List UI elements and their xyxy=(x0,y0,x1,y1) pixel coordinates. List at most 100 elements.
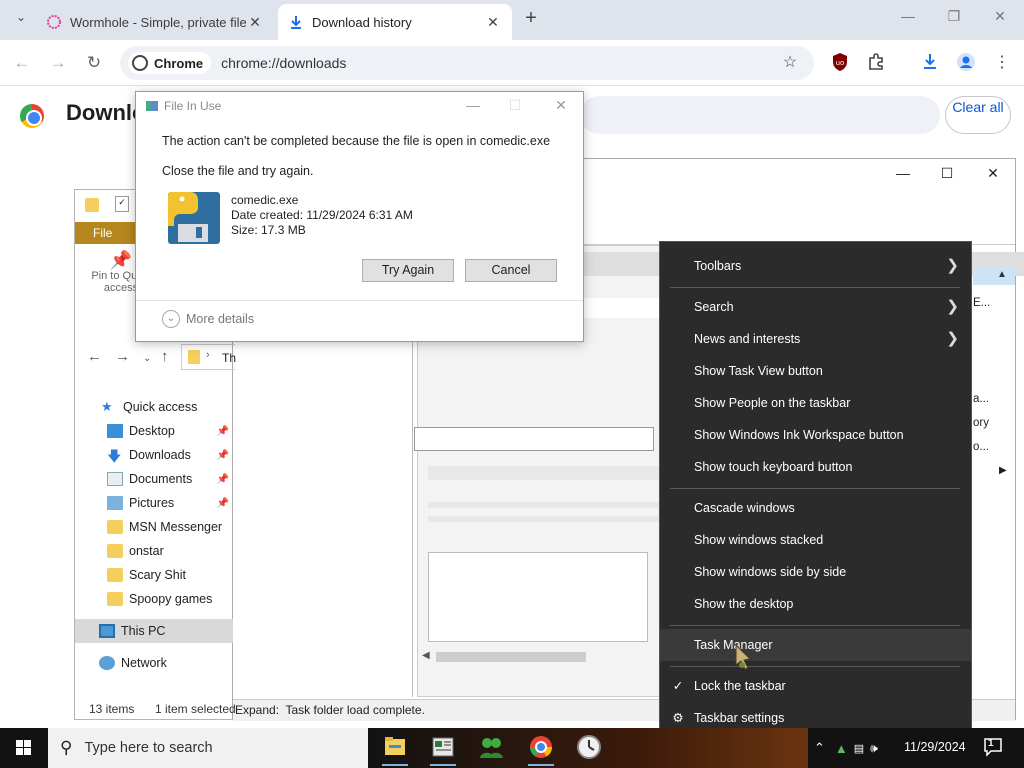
file-tab[interactable]: File xyxy=(93,226,112,240)
address-bar[interactable]: Chrome chrome://downloads xyxy=(120,46,814,80)
close-window-icon[interactable]: ✕ xyxy=(979,165,1007,185)
minimize-icon[interactable]: — xyxy=(462,97,484,113)
close-icon[interactable]: ✕ xyxy=(550,97,572,114)
folder-icon xyxy=(107,592,123,606)
menu-item-show-desktop[interactable]: Show the desktop xyxy=(660,588,971,620)
menu-item-show-touch-keyboard[interactable]: Show touch keyboard button xyxy=(660,451,971,483)
url-text[interactable]: chrome://downloads xyxy=(221,55,346,71)
profile-avatar-icon[interactable] xyxy=(954,52,978,76)
cancel-button[interactable]: Cancel xyxy=(465,259,557,282)
bookmark-star-icon[interactable]: ☆ xyxy=(778,52,802,76)
tree-item-desktop[interactable]: Desktop 📌 xyxy=(75,419,233,443)
menu-item-label: Cascade windows xyxy=(694,501,795,515)
clear-all-button[interactable]: Clear all xyxy=(945,96,1011,134)
tree-item-quick-access[interactable]: ★ Quick access xyxy=(75,395,233,419)
extensions-icon[interactable] xyxy=(864,52,888,76)
taskbar-chrome[interactable] xyxy=(518,730,564,766)
tree-item-network[interactable]: Network xyxy=(75,651,233,675)
action-item[interactable]: o... xyxy=(973,441,989,453)
tree-item-pictures[interactable]: Pictures 📌 xyxy=(75,491,233,515)
taskbar-search-box[interactable]: ⚲ Type here to search xyxy=(48,728,368,768)
volume-icon[interactable]: 🕪 xyxy=(870,741,878,756)
chevron-down-icon: ⌄ xyxy=(162,310,180,328)
forward-icon[interactable]: → xyxy=(46,52,70,76)
close-tab-icon[interactable]: ✕ xyxy=(484,14,502,31)
menu-item-task-manager[interactable]: Task Manager xyxy=(660,629,971,661)
defender-icon[interactable]: ▲ xyxy=(835,741,848,756)
tree-item-label: Downloads xyxy=(129,448,191,462)
status-text: Expand: Task folder load complete. xyxy=(235,703,425,717)
taskbar-msn-messenger[interactable] xyxy=(468,730,514,766)
downloads-icon[interactable] xyxy=(918,52,942,76)
ublock-icon[interactable]: uo xyxy=(828,52,852,76)
tab-search-button[interactable]: ⌄ xyxy=(10,10,32,32)
menu-item-label: Show People on the taskbar xyxy=(694,396,851,410)
downloads-search-field[interactable] xyxy=(580,96,940,134)
close-window-icon[interactable]: ✕ xyxy=(978,8,1022,25)
tree-item-msn-messenger[interactable]: MSN Messenger xyxy=(75,515,233,539)
chevron-right-icon: ❯ xyxy=(946,257,959,274)
properties-icon[interactable]: ✓ xyxy=(115,196,129,212)
action-item[interactable]: a... xyxy=(973,393,989,405)
menu-item-show-task-view[interactable]: Show Task View button xyxy=(660,355,971,387)
taskbar-clock-app[interactable] xyxy=(566,730,612,766)
close-tab-icon[interactable]: ✕ xyxy=(246,14,264,31)
recent-locations-icon[interactable]: ⌄ xyxy=(143,353,151,364)
action-item[interactable]: ory xyxy=(973,417,989,429)
tree-item-label: MSN Messenger xyxy=(129,520,223,534)
taskbar-file-explorer[interactable] xyxy=(372,730,418,766)
tree-item-this-pc[interactable]: This PC xyxy=(75,619,233,643)
action-item[interactable]: E... xyxy=(973,297,990,309)
try-again-button[interactable]: Try Again xyxy=(362,259,454,282)
start-button[interactable] xyxy=(0,728,48,768)
chrome-logo-icon xyxy=(20,104,44,128)
network-status-icon[interactable]: ▤ xyxy=(854,742,864,755)
submenu-arrow-icon[interactable]: ▶ xyxy=(999,465,1007,476)
menu-item-windows-stacked[interactable]: Show windows stacked xyxy=(660,524,971,556)
new-tab-button[interactable]: + xyxy=(520,7,542,30)
menu-item-search[interactable]: Search ❯ xyxy=(660,291,971,323)
menu-item-windows-side-by-side[interactable]: Show windows side by side xyxy=(660,556,971,588)
menu-item-news-and-interests[interactable]: News and interests ❯ xyxy=(660,323,971,355)
minimize-window-icon[interactable]: — xyxy=(889,165,917,185)
folder-icon xyxy=(85,198,99,212)
menu-item-lock-taskbar[interactable]: ✓ Lock the taskbar xyxy=(660,670,971,702)
menu-item-show-ink-workspace[interactable]: Show Windows Ink Workspace button xyxy=(660,419,971,451)
tree-item-spoopy-games[interactable]: Spoopy games xyxy=(75,587,233,611)
restore-window-icon[interactable]: ❐ xyxy=(932,8,976,25)
site-chip[interactable]: Chrome xyxy=(128,52,212,74)
notification-center-icon[interactable]: 1 xyxy=(982,736,1004,758)
address-bar[interactable]: › Th xyxy=(181,344,236,370)
tree-item-scary-shit[interactable]: Scary Shit xyxy=(75,563,233,587)
menu-item-toolbars[interactable]: Toolbars ❯ xyxy=(660,250,971,282)
menu-separator xyxy=(670,666,960,667)
tree-item-onstar[interactable]: onstar xyxy=(75,539,233,563)
file-date-created: Date created: 11/29/2024 6:31 AM xyxy=(231,208,413,222)
maximize-window-icon[interactable]: ☐ xyxy=(933,165,961,185)
forward-icon[interactable]: → xyxy=(115,348,130,365)
taskbar-clock[interactable]: 11/29/2024 xyxy=(904,740,966,754)
menu-item-cascade-windows[interactable]: Cascade windows xyxy=(660,492,971,524)
dialog-titlebar: File In Use — ☐ ✕ xyxy=(136,92,583,120)
tab-title: Wormhole - Simple, private file xyxy=(70,14,246,30)
menu-kebab-icon[interactable]: ⋮ xyxy=(990,52,1014,76)
tree-item-downloads[interactable]: 🡇 Downloads 📌 xyxy=(75,443,233,467)
minimize-window-icon[interactable]: — xyxy=(886,8,930,24)
more-details-label: More details xyxy=(186,312,255,326)
taskbar-task-scheduler[interactable] xyxy=(420,730,466,766)
menu-item-show-people[interactable]: Show People on the taskbar xyxy=(660,387,971,419)
tab-download-history[interactable]: Download history ✕ xyxy=(278,4,512,40)
show-hidden-icons-icon[interactable]: ⌃ xyxy=(814,740,825,756)
up-icon[interactable]: ↑ xyxy=(161,348,169,365)
more-details-button[interactable]: ⌄ More details xyxy=(162,310,254,328)
tab-wormhole[interactable]: Wormhole - Simple, private file ✕ xyxy=(36,4,274,40)
back-icon[interactable]: ← xyxy=(10,52,34,76)
tree-item-documents[interactable]: Documents 📌 xyxy=(75,467,233,491)
tree-item-label: Pictures xyxy=(129,496,175,510)
back-icon[interactable]: ← xyxy=(87,348,102,365)
detail-box xyxy=(428,552,648,642)
reload-icon[interactable]: ↻ xyxy=(82,52,106,76)
dialog-message: The action can't be completed because th… xyxy=(162,134,551,148)
maximize-icon[interactable]: ☐ xyxy=(504,97,526,114)
menu-item-label: Show Windows Ink Workspace button xyxy=(694,428,904,442)
